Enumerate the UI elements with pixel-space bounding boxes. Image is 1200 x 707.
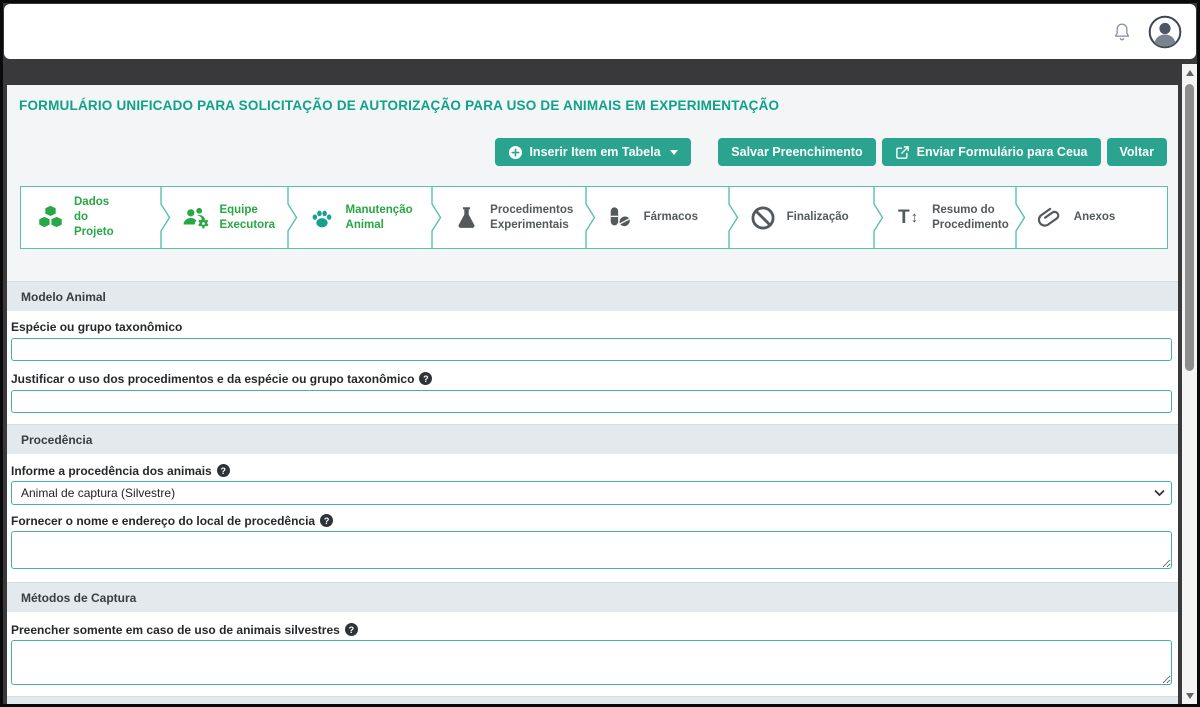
help-icon[interactable]: ? (217, 464, 230, 477)
section-header-metodos-captura: Métodos de Captura (7, 582, 1178, 612)
section-header-modelo-animal: Modelo Animal (7, 281, 1178, 311)
send-to-ceua-button[interactable]: Enviar Formulário para Ceua (882, 138, 1101, 166)
users-gear-icon (181, 204, 209, 232)
tab-dados-do-projeto[interactable]: Dados do Projeto (21, 187, 166, 248)
text-height-icon: T↕ (894, 204, 922, 232)
back-button[interactable]: Voltar (1107, 138, 1168, 166)
tab-label: Resumo do Procedimento (932, 203, 1009, 232)
tab-procedimentos-experimentais[interactable]: Procedimentos Experimentais (437, 187, 590, 248)
section-header-next-partial (7, 696, 1178, 704)
local-procedencia-label: Fornecer o nome e endereço do local de p… (11, 513, 1172, 528)
page-title: FORMULÁRIO UNIFICADO PARA SOLICITAÇÃO DE… (19, 98, 779, 113)
scroll-down-button[interactable] (1182, 687, 1197, 704)
share-icon (895, 145, 910, 160)
tab-finalizacao[interactable]: Finalização (734, 187, 879, 248)
cubes-icon (36, 204, 64, 232)
help-icon[interactable]: ? (419, 372, 432, 385)
scroll-up-arrow-icon (1186, 70, 1194, 76)
tab-manutencao-animal[interactable]: Manutenção Animal (293, 187, 438, 248)
insert-item-button[interactable]: Inserir Item em Tabela (494, 138, 690, 166)
especie-input[interactable] (11, 338, 1172, 361)
form-panel: FORMULÁRIO UNIFICADO PARA SOLICITAÇÃO DE… (7, 85, 1178, 704)
tab-equipe-executora[interactable]: Equipe Executora (166, 187, 292, 248)
send-to-ceua-label: Enviar Formulário para Ceua (917, 145, 1088, 159)
metodos-captura-textarea[interactable] (11, 640, 1172, 685)
tab-label: Dados do Projeto (74, 195, 122, 239)
scrollbar-thumb[interactable] (1185, 84, 1194, 371)
scroll-up-button[interactable] (1182, 64, 1197, 81)
tab-label: Finalização (787, 210, 849, 225)
help-icon[interactable]: ? (320, 514, 333, 527)
tab-resumo-do-procedimento[interactable]: T↕ Resumo do Procedimento (879, 187, 1021, 248)
procedencia-label: Informe a procedência dos animais ? (11, 463, 1172, 478)
insert-item-label: Inserir Item em Tabela (529, 145, 660, 159)
circle-plus-icon (507, 145, 522, 160)
justificativa-input[interactable] (11, 390, 1172, 413)
tab-label: Equipe Executora (219, 203, 280, 232)
caret-down-icon (670, 150, 678, 155)
save-label: Salvar Preenchimento (731, 145, 862, 159)
help-icon[interactable]: ? (345, 623, 358, 636)
tab-farmacos[interactable]: Fármacos (591, 187, 734, 248)
procedencia-select[interactable]: Animal de captura (Silvestre) (11, 481, 1172, 505)
tab-label: Procedimentos Experimentais (490, 203, 578, 232)
bell-icon[interactable] (1110, 19, 1134, 45)
tab-label: Fármacos (644, 210, 698, 225)
justificativa-label: Justificar o uso dos procedimentos e da … (11, 371, 1172, 386)
section-header-procedencia: Procedência (7, 424, 1178, 454)
user-avatar-icon[interactable] (1148, 15, 1182, 49)
paperclip-icon (1036, 204, 1064, 232)
ban-icon (749, 204, 777, 232)
tab-anexos[interactable]: Anexos (1021, 187, 1167, 248)
especie-label: Espécie ou grupo taxonômico (11, 319, 1172, 334)
vertical-scrollbar[interactable] (1182, 64, 1197, 704)
scroll-down-arrow-icon (1186, 693, 1194, 699)
save-button[interactable]: Salvar Preenchimento (718, 138, 875, 166)
form-body: Modelo Animal Espécie ou grupo taxonômic… (7, 281, 1178, 704)
wizard-tab-bar: Dados do Projeto Equipe Executora (20, 186, 1168, 249)
back-label: Voltar (1120, 145, 1155, 159)
pills-icon (606, 204, 634, 232)
paw-icon (308, 204, 336, 232)
top-navigation-bar (4, 4, 1196, 59)
metodos-captura-label: Preencher somente em caso de uso de anim… (11, 622, 1172, 637)
flask-icon (452, 204, 480, 232)
tab-label: Manutenção Animal (346, 203, 426, 232)
tab-label: Anexos (1074, 210, 1116, 225)
local-procedencia-textarea[interactable] (11, 531, 1172, 569)
